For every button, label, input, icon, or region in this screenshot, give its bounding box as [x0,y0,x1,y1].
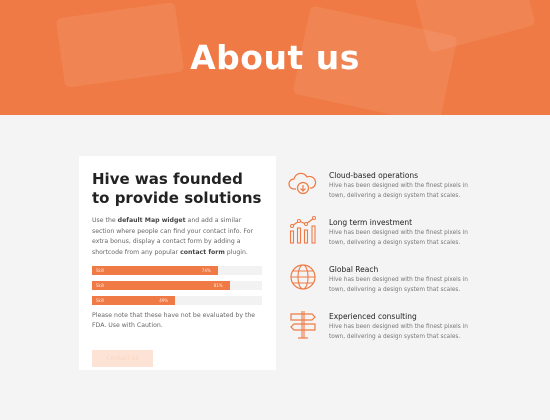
card-title: Hive was founded to provide solutions [92,170,262,207]
features-list: Cloud-based operations Hive has been des… [288,168,488,356]
feature-description: Hive has been designed with the finest p… [329,183,468,199]
progress-bar: Skill 81% [92,281,262,290]
feature-item: Global Reach Hive has been designed with… [288,262,488,309]
fda-note: Please note that these have not be evalu… [92,312,256,329]
progress-label: Skill [96,298,105,303]
feature-description: Hive has been designed with the finest p… [329,277,468,293]
progress-percent: 81% [213,283,223,288]
about-card: Hive was founded to provide solutions Us… [79,156,276,370]
skill-bars: Skill 74% Skill 81% Skill 49% [92,266,263,305]
contact-form-highlight: contact form [180,248,225,256]
progress-percent: 49% [159,298,169,303]
feature-title: Cloud-based operations [329,171,419,180]
feature-description: Hive has been designed with the finest p… [329,230,468,246]
progress-percent: 74% [201,268,211,273]
cloud-download-icon [288,172,317,195]
progress-label: Skill [96,268,105,273]
bar-chart-icon [289,216,316,244]
progress-fill [92,266,218,275]
progress-bar: Skill 74% [92,266,262,275]
hero-banner: About us [0,0,550,115]
feature-item: Cloud-based operations Hive has been des… [288,168,488,215]
progress-bar: Skill 49% [92,296,262,305]
progress-label: Skill [96,283,105,288]
globe-icon [290,264,316,290]
card-text-part: plugin. [224,248,248,256]
card-description: Use the default Map widget and add a sim… [92,216,263,258]
feature-title: Experienced consulting [329,312,417,321]
feature-title: Long term investment [329,218,413,227]
page-title: About us [190,38,360,77]
map-widget-highlight: default Map widget [117,217,186,224]
feature-item: Experienced consulting Hive has been des… [288,309,488,356]
card-text-part: Use the [92,217,118,224]
feature-title: Global Reach [329,265,379,274]
progress-fill [92,281,230,290]
feature-item: Long term investment Hive has been desig… [288,215,488,262]
feature-description: Hive has been designed with the finest p… [329,324,468,340]
contact-button[interactable]: Contact us [92,350,153,367]
signpost-icon [290,311,316,339]
